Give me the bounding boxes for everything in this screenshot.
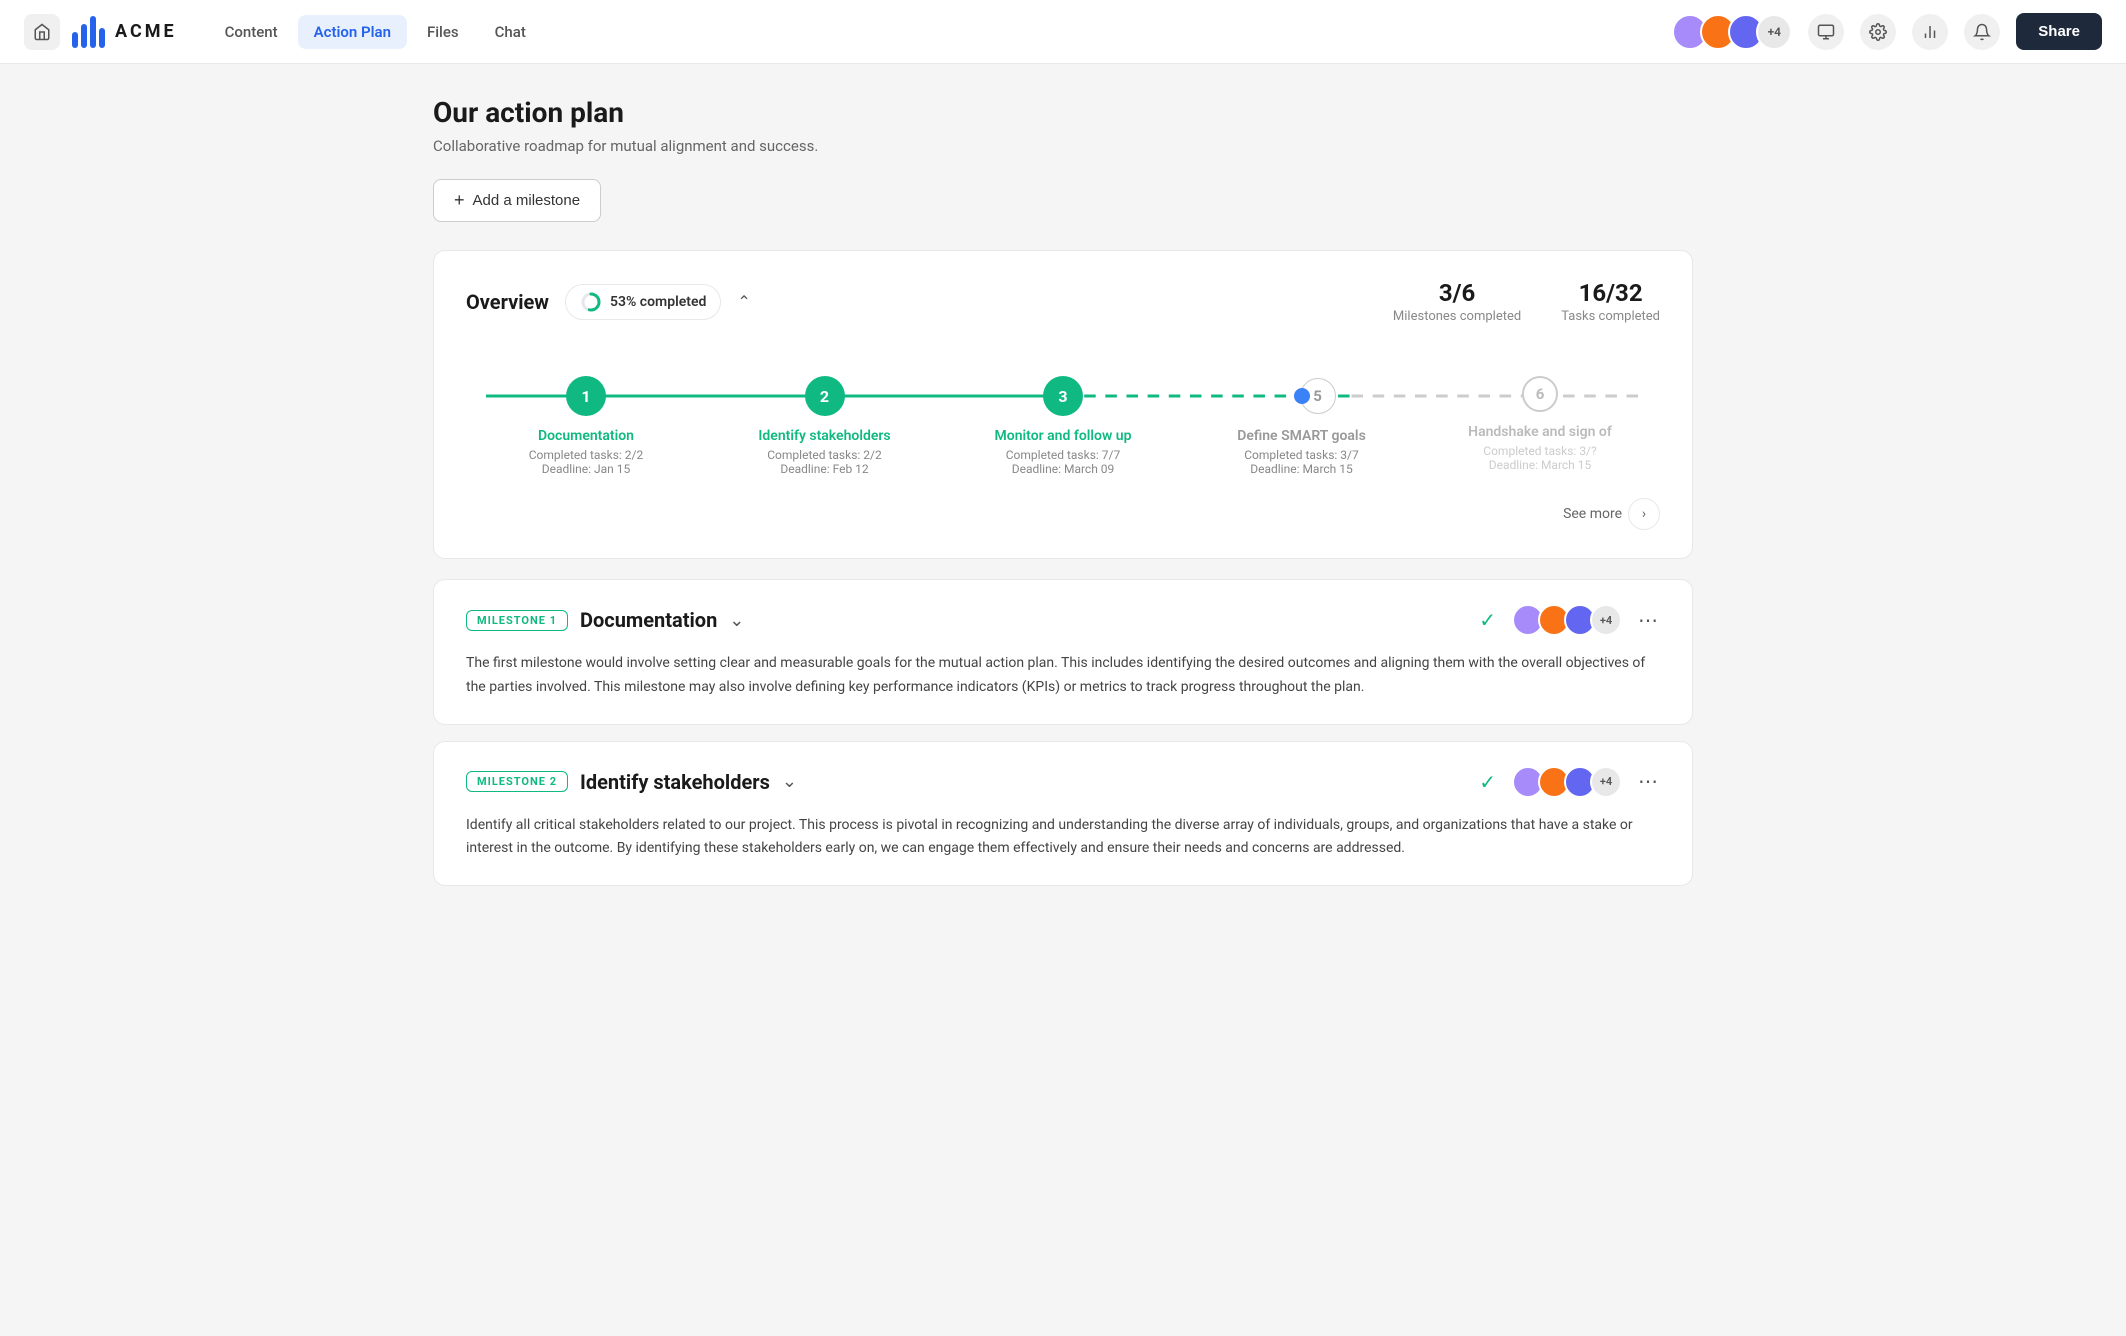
nav-content[interactable]: Content — [209, 15, 294, 49]
add-milestone-label: Add a milestone — [473, 192, 581, 209]
milestone-node-2: 2 Identify stakeholders Completed tasks:… — [725, 376, 925, 476]
timeline-nodes: 1 Documentation Completed tasks: 2/2 Dea… — [486, 376, 1640, 476]
see-more-button[interactable]: See more › — [466, 498, 1660, 530]
node-circle-2[interactable]: 2 — [805, 376, 845, 416]
milestone-2-badge: MILESTONE 2 — [466, 771, 568, 792]
overview-header: Overview 53% completed ⌃ 3/6 Milestones … — [466, 279, 1660, 324]
page-title: Our action plan — [433, 96, 1693, 129]
nav-files[interactable]: Files — [411, 15, 475, 49]
milestone-1-check-icon: ✓ — [1479, 608, 1496, 632]
node-name-6: Handshake and sign of — [1468, 424, 1612, 440]
share-button[interactable]: Share — [2016, 13, 2102, 50]
overview-stats: 3/6 Milestones completed 16/32 Tasks com… — [1393, 279, 1660, 324]
node-deadline-3: Deadline: March 09 — [995, 462, 1132, 476]
milestone-1-header-right: ✓ +4 ⋯ — [1479, 604, 1660, 636]
monitor-icon-button[interactable] — [1808, 14, 1844, 50]
node-dot-5[interactable] — [1294, 388, 1310, 404]
overview-card: Overview 53% completed ⌃ 3/6 Milestones … — [433, 250, 1693, 559]
milestone-1-menu-button[interactable]: ⋯ — [1638, 608, 1660, 633]
overview-title: Overview — [466, 290, 549, 314]
node-name-2: Identify stakeholders — [758, 428, 890, 444]
node-info-3: Monitor and follow up Completed tasks: 7… — [995, 428, 1132, 476]
milestone-node-5: 5 Define SMART goals Completed tasks: 3/… — [1202, 376, 1402, 476]
milestone-1-avatar-count: +4 — [1590, 604, 1622, 636]
nav-action-plan[interactable]: Action Plan — [298, 15, 407, 49]
milestone-node-3: 3 Monitor and follow up Completed tasks:… — [963, 376, 1163, 476]
milestone-2-check-icon: ✓ — [1479, 770, 1496, 794]
milestone-2-description: Identify all critical stakeholders relat… — [466, 814, 1660, 862]
node-info-1: Documentation Completed tasks: 2/2 Deadl… — [529, 428, 643, 476]
brand-name: ACME — [115, 21, 177, 42]
see-more-label: See more — [1563, 506, 1622, 522]
node-deadline-5: Deadline: March 15 — [1237, 462, 1366, 476]
milestone-node-6: 6 Handshake and sign of Completed tasks:… — [1440, 376, 1640, 472]
chart-icon-button[interactable] — [1912, 14, 1948, 50]
milestones-value: 3/6 — [1393, 279, 1521, 307]
milestone-2-avatar-count: +4 — [1590, 766, 1622, 798]
progress-label: 53% completed — [610, 294, 706, 310]
milestone-1-badge: MILESTONE 1 — [466, 610, 568, 631]
node-deadline-1: Deadline: Jan 15 — [529, 462, 643, 476]
node-circle-6[interactable]: 6 — [1522, 376, 1558, 412]
node-name-3: Monitor and follow up — [995, 428, 1132, 444]
page-subtitle: Collaborative roadmap for mutual alignme… — [433, 137, 1693, 155]
see-more-chevron-icon: › — [1628, 498, 1660, 530]
add-milestone-button[interactable]: + Add a milestone — [433, 179, 601, 222]
node-info-2: Identify stakeholders Completed tasks: 2… — [758, 428, 890, 476]
nav-chat[interactable]: Chat — [479, 15, 542, 49]
milestone-card-2: MILESTONE 2 Identify stakeholders ⌄ ✓ +4… — [433, 741, 1693, 887]
node-5-wrapper: 5 — [1294, 376, 1310, 416]
avatar-group: +4 — [1672, 14, 1792, 50]
tasks-value: 16/32 — [1561, 279, 1660, 307]
node-deadline-2: Deadline: Feb 12 — [758, 462, 890, 476]
node-deadline-6: Deadline: March 15 — [1468, 458, 1612, 472]
milestone-1-toggle-button[interactable]: ⌄ — [729, 610, 744, 631]
bell-icon-button[interactable] — [1964, 14, 2000, 50]
node-name-1: Documentation — [529, 428, 643, 444]
plus-icon: + — [454, 190, 465, 211]
node-tasks-1: Completed tasks: 2/2 — [529, 448, 643, 462]
milestone-2-header: MILESTONE 2 Identify stakeholders ⌄ ✓ +4… — [466, 766, 1660, 798]
milestone-2-avatars: +4 — [1512, 766, 1622, 798]
navbar: ACME Content Action Plan Files Chat +4 — [0, 0, 2126, 64]
collapse-button[interactable]: ⌃ — [737, 292, 750, 312]
milestone-2-header-right: ✓ +4 ⋯ — [1479, 766, 1660, 798]
progress-badge: 53% completed — [565, 284, 721, 320]
milestone-2-title: Identify stakeholders — [580, 770, 770, 794]
nav-links: Content Action Plan Files Chat — [209, 15, 1673, 49]
node-name-5: Define SMART goals — [1237, 428, 1366, 444]
tasks-stat: 16/32 Tasks completed — [1561, 279, 1660, 324]
milestones-stat: 3/6 Milestones completed — [1393, 279, 1521, 324]
node-info-6: Handshake and sign of Completed tasks: 3… — [1468, 424, 1612, 472]
brand-logo: ACME — [72, 16, 177, 48]
node-tasks-6: Completed tasks: 3/? — [1468, 444, 1612, 458]
milestone-2-toggle-button[interactable]: ⌄ — [782, 771, 797, 792]
tasks-label: Tasks completed — [1561, 309, 1660, 324]
avatar-overflow-count: +4 — [1756, 14, 1792, 50]
milestone-1-header-left: MILESTONE 1 Documentation ⌄ — [466, 608, 744, 632]
milestone-2-menu-button[interactable]: ⋯ — [1638, 769, 1660, 794]
node-tasks-2: Completed tasks: 2/2 — [758, 448, 890, 462]
milestones-label: Milestones completed — [1393, 309, 1521, 324]
progress-ring-icon — [580, 291, 602, 313]
settings-icon-button[interactable] — [1860, 14, 1896, 50]
overview-header-left: Overview 53% completed ⌃ — [466, 284, 751, 320]
milestone-1-header: MILESTONE 1 Documentation ⌄ ✓ +4 ⋯ — [466, 604, 1660, 636]
milestone-card-1: MILESTONE 1 Documentation ⌄ ✓ +4 ⋯ The f… — [433, 579, 1693, 725]
milestone-1-description: The first milestone would involve settin… — [466, 652, 1660, 700]
milestone-1-avatars: +4 — [1512, 604, 1622, 636]
milestone-node-1: 1 Documentation Completed tasks: 2/2 Dea… — [486, 376, 686, 476]
timeline-container: 1 Documentation Completed tasks: 2/2 Dea… — [466, 356, 1660, 486]
logo-bars-icon — [72, 16, 105, 48]
node-info-5: Define SMART goals Completed tasks: 3/7 … — [1237, 428, 1366, 476]
main-content: Our action plan Collaborative roadmap fo… — [393, 64, 1733, 934]
nav-right: +4 Sh — [1672, 13, 2102, 50]
milestone-2-header-left: MILESTONE 2 Identify stakeholders ⌄ — [466, 770, 797, 794]
node-tasks-3: Completed tasks: 7/7 — [995, 448, 1132, 462]
node-circle-3[interactable]: 3 — [1043, 376, 1083, 416]
node-tasks-5: Completed tasks: 3/7 — [1237, 448, 1366, 462]
home-button[interactable] — [24, 14, 60, 50]
node-circle-1[interactable]: 1 — [566, 376, 606, 416]
milestone-1-title: Documentation — [580, 608, 717, 632]
